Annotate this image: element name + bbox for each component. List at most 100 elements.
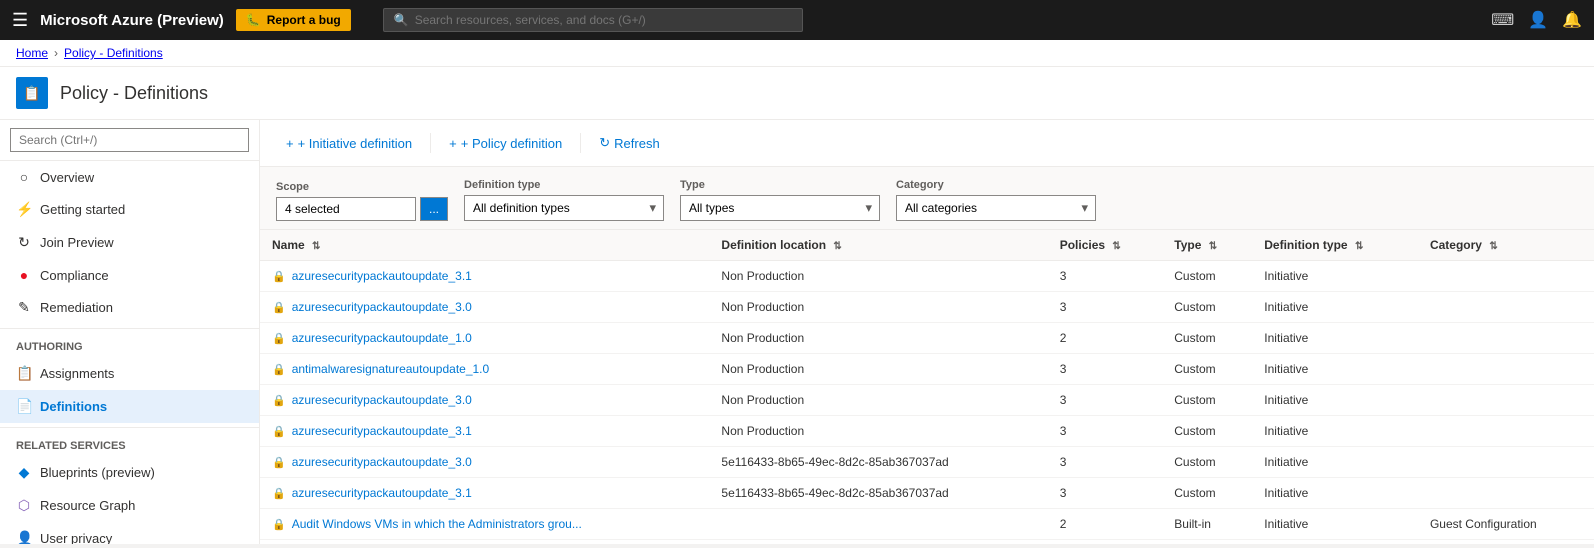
policy-icon: 🔒: [272, 394, 286, 407]
refresh-icon: ↻: [599, 135, 610, 151]
sidebar-item-assignments[interactable]: 📋 Assignments: [0, 357, 259, 390]
sort-type-icon: ⇅: [1209, 241, 1217, 252]
sidebar-item-overview[interactable]: ○ Overview: [0, 161, 259, 193]
cell-name: 🔒 azuresecuritypackautoupdate_1.0: [260, 323, 709, 354]
breadcrumb-current[interactable]: Policy - Definitions: [64, 46, 163, 60]
policy-icon: 🔒: [272, 487, 286, 500]
sort-category-icon: ⇅: [1489, 241, 1497, 252]
cell-name: 🔒 azuresecuritypackautoupdate_3.0: [260, 292, 709, 323]
col-category[interactable]: Category ⇅: [1418, 230, 1594, 261]
cell-policies: 3: [1048, 385, 1163, 416]
notification-icon[interactable]: 🔔: [1562, 10, 1582, 30]
cell-category: [1418, 478, 1594, 509]
cell-category: [1418, 292, 1594, 323]
toolbar: + + Initiative definition + + Policy def…: [260, 120, 1594, 167]
definition-link[interactable]: azuresecuritypackautoupdate_3.0: [292, 393, 472, 407]
cell-location: Non Production: [709, 292, 1047, 323]
table-row: 🔒 Audit Windows VMs in which the Adminis…: [260, 509, 1594, 540]
definitions-icon: 📄: [16, 398, 32, 415]
user-icon[interactable]: 👤: [1528, 10, 1548, 30]
breadcrumb-home[interactable]: Home: [16, 46, 48, 60]
policy-icon: 🔒: [272, 270, 286, 283]
col-policies[interactable]: Policies ⇅: [1048, 230, 1163, 261]
add-policy-icon: +: [449, 136, 457, 151]
type-select[interactable]: All types: [680, 195, 880, 221]
definition-link[interactable]: azuresecuritypackautoupdate_3.1: [292, 269, 472, 283]
cell-name: 🔒 antimalwaresignatureautoupdate_1.0: [260, 354, 709, 385]
breadcrumb-separator: ›: [54, 46, 58, 60]
sort-location-icon: ⇅: [833, 241, 841, 252]
toolbar-separator-1: [430, 133, 431, 153]
scope-label: Scope: [276, 181, 448, 193]
cell-location: Non Production: [709, 385, 1047, 416]
cell-definition-type: Initiative: [1252, 509, 1418, 540]
page-header: 📋 Policy - Definitions: [0, 67, 1594, 120]
cell-name: 🔒 Audit Windows VMs in which the Adminis…: [260, 509, 709, 540]
topbar: ☰ Microsoft Azure (Preview) 🐛 Report a b…: [0, 0, 1594, 40]
scope-dots-button[interactable]: ...: [420, 197, 448, 221]
cell-policies: 3: [1048, 261, 1163, 292]
initiative-definition-button[interactable]: + + Initiative definition: [276, 131, 422, 156]
definition-link[interactable]: Audit Windows VMs in which the Administr…: [292, 517, 582, 531]
category-select[interactable]: All categories: [896, 195, 1096, 221]
cell-type: Custom: [1162, 292, 1252, 323]
sidebar-item-user-privacy[interactable]: 👤 User privacy: [0, 522, 259, 544]
table-header-row: Name ⇅ Definition location ⇅ Policies ⇅ …: [260, 230, 1594, 261]
scope-input[interactable]: [276, 197, 416, 221]
resource-graph-icon: ⬡: [16, 497, 32, 514]
cell-category: [1418, 261, 1594, 292]
cell-policies: 3: [1048, 292, 1163, 323]
definition-link[interactable]: azuresecuritypackautoupdate_1.0: [292, 331, 472, 345]
scope-filter: Scope ...: [276, 181, 448, 221]
sidebar-item-label: Join Preview: [40, 235, 114, 250]
refresh-button[interactable]: ↻ Refresh: [589, 130, 669, 156]
lightning-icon: ⚡: [16, 201, 32, 218]
policy-definition-button[interactable]: + + Policy definition: [439, 131, 572, 156]
remediation-icon: ✎: [16, 299, 32, 316]
col-definition-type[interactable]: Definition type ⇅: [1252, 230, 1418, 261]
sidebar-item-remediation[interactable]: ✎ Remediation: [0, 291, 259, 324]
menu-icon[interactable]: ☰: [12, 10, 28, 31]
sidebar-item-blueprints[interactable]: ◆ Blueprints (preview): [0, 456, 259, 489]
sidebar-search-input[interactable]: [10, 128, 249, 152]
definition-link[interactable]: azuresecuritypackautoupdate_3.1: [292, 424, 472, 438]
sidebar-item-getting-started[interactable]: ⚡ Getting started: [0, 193, 259, 226]
col-type[interactable]: Type ⇅: [1162, 230, 1252, 261]
definition-link[interactable]: azuresecuritypackautoupdate_3.0: [292, 300, 472, 314]
cell-type: Custom: [1162, 354, 1252, 385]
terminal-icon[interactable]: ⌨: [1491, 10, 1514, 30]
category-label: Category: [896, 179, 1096, 191]
user-privacy-icon: 👤: [16, 530, 32, 544]
definition-link[interactable]: antimalwaresignatureautoupdate_1.0: [292, 362, 489, 376]
blueprints-icon: ◆: [16, 464, 32, 481]
cell-category: [1418, 385, 1594, 416]
sidebar-item-label: Remediation: [40, 300, 113, 315]
cell-name: 🔒 azuresecuritypackautoupdate_3.1: [260, 478, 709, 509]
sidebar-item-compliance[interactable]: ● Compliance: [0, 259, 259, 291]
sidebar-item-label: Blueprints (preview): [40, 465, 155, 480]
sidebar: ○ Overview ⚡ Getting started ↻ Join Prev…: [0, 120, 260, 544]
sidebar-item-resource-graph[interactable]: ⬡ Resource Graph: [0, 489, 259, 522]
report-bug-button[interactable]: 🐛 Report a bug: [236, 9, 351, 31]
global-search[interactable]: 🔍: [383, 8, 803, 32]
search-input[interactable]: [415, 13, 792, 27]
definition-link[interactable]: azuresecuritypackautoupdate_3.1: [292, 486, 472, 500]
sidebar-item-label: Overview: [40, 170, 94, 185]
cell-type: Custom: [1162, 447, 1252, 478]
cell-definition-type: Initiative: [1252, 385, 1418, 416]
col-definition-location[interactable]: Definition location ⇅: [709, 230, 1047, 261]
sidebar-item-definitions[interactable]: 📄 Definitions: [0, 390, 259, 423]
sidebar-divider-1: [0, 328, 259, 329]
cell-definition-type: Initiative: [1252, 416, 1418, 447]
cell-policies: 3: [1048, 478, 1163, 509]
col-name[interactable]: Name ⇅: [260, 230, 709, 261]
cell-location: Non Production: [709, 261, 1047, 292]
policy-icon: 🔒: [272, 425, 286, 438]
sidebar-item-join-preview[interactable]: ↻ Join Preview: [0, 226, 259, 259]
cell-category: [1418, 323, 1594, 354]
sidebar-item-label: Definitions: [40, 399, 107, 414]
cell-type: Custom: [1162, 385, 1252, 416]
definition-type-select[interactable]: All definition types: [464, 195, 664, 221]
cell-type: Built-in: [1162, 509, 1252, 540]
definition-link[interactable]: azuresecuritypackautoupdate_3.0: [292, 455, 472, 469]
